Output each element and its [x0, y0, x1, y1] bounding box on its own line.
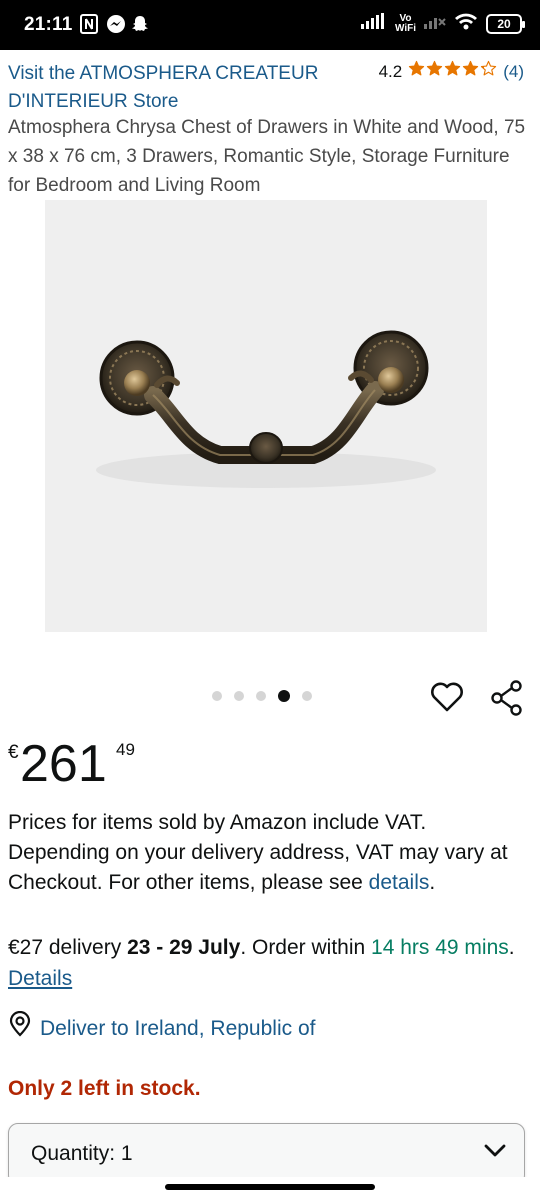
vowifi-top: Vo	[399, 12, 412, 24]
store-link[interactable]: Visit the ATMOSPHERA CREATEUR D'INTERIEU…	[8, 60, 348, 116]
vowifi-bottom: WiFi	[394, 22, 416, 34]
rating-count[interactable]: (4)	[503, 60, 524, 84]
quantity-selector[interactable]: Quantity: 1	[8, 1123, 525, 1185]
vat-period: .	[429, 871, 436, 894]
delivery-details-link[interactable]: Details	[8, 967, 72, 990]
messenger-icon	[106, 14, 126, 39]
delivery-separator: .	[508, 936, 515, 959]
carousel-dot[interactable]	[256, 691, 266, 701]
price-fraction: 49	[116, 740, 135, 759]
carousel-dot[interactable]	[212, 691, 222, 701]
rating-summary[interactable]: 4.2 (4)	[379, 60, 524, 84]
nfc-icon	[80, 14, 98, 39]
star-icon	[462, 60, 479, 84]
battery-icon: 20	[486, 13, 525, 34]
delivery-dates: 23 - 29 July	[127, 936, 241, 959]
chevron-down-icon	[484, 1144, 506, 1163]
deliver-to-text: Deliver to Ireland, Republic of	[40, 1016, 316, 1040]
signal-icon	[360, 13, 387, 34]
star-icon	[408, 60, 425, 84]
status-right-group: Vo WiFi 20	[360, 12, 525, 35]
snapchat-icon	[130, 14, 150, 39]
signal-weak-icon	[424, 13, 446, 34]
product-title: Atmosphera Chrysa Chest of Drawers in Wh…	[8, 117, 526, 196]
share-icon[interactable]	[490, 680, 524, 721]
star-icon	[480, 60, 497, 84]
rating-stars	[408, 60, 497, 84]
delivery-countdown: 14 hrs 49 mins	[371, 936, 509, 959]
status-time: 21:11	[24, 14, 73, 35]
image-carousel-indicator[interactable]	[212, 690, 312, 702]
star-icon	[444, 60, 461, 84]
carousel-dot[interactable]	[302, 691, 312, 701]
quantity-label: Quantity: 1	[31, 1142, 133, 1165]
delivery-info: €27 delivery 23 - 29 July. Order within …	[8, 932, 532, 994]
deliver-to-location[interactable]: Deliver to Ireland, Republic of	[8, 1010, 316, 1046]
star-icon	[426, 60, 443, 84]
rating-value: 4.2	[378, 62, 403, 81]
price-currency: €	[8, 742, 19, 763]
delivery-order-within: . Order within	[240, 936, 372, 959]
delivery-cost: €27 delivery	[8, 936, 128, 959]
location-pin-icon	[8, 1010, 32, 1046]
price-whole: 261	[20, 735, 107, 793]
carousel-dot[interactable]	[278, 690, 290, 702]
stock-status: Only 2 left in stock.	[8, 1077, 201, 1100]
vowifi-icon: Vo WiFi	[394, 12, 416, 34]
vat-notice: Prices for items sold by Amazon include …	[8, 808, 528, 898]
wifi-icon	[454, 12, 478, 35]
vat-details-link[interactable]: details	[369, 871, 430, 894]
carousel-dot[interactable]	[234, 691, 244, 701]
product-image[interactable]	[45, 200, 487, 632]
drawer-handle-image	[96, 330, 436, 488]
wishlist-heart-icon[interactable]	[430, 680, 464, 719]
gesture-handle[interactable]	[165, 1184, 375, 1190]
status-bar: 21:11 Vo WiFi 20	[0, 0, 540, 50]
